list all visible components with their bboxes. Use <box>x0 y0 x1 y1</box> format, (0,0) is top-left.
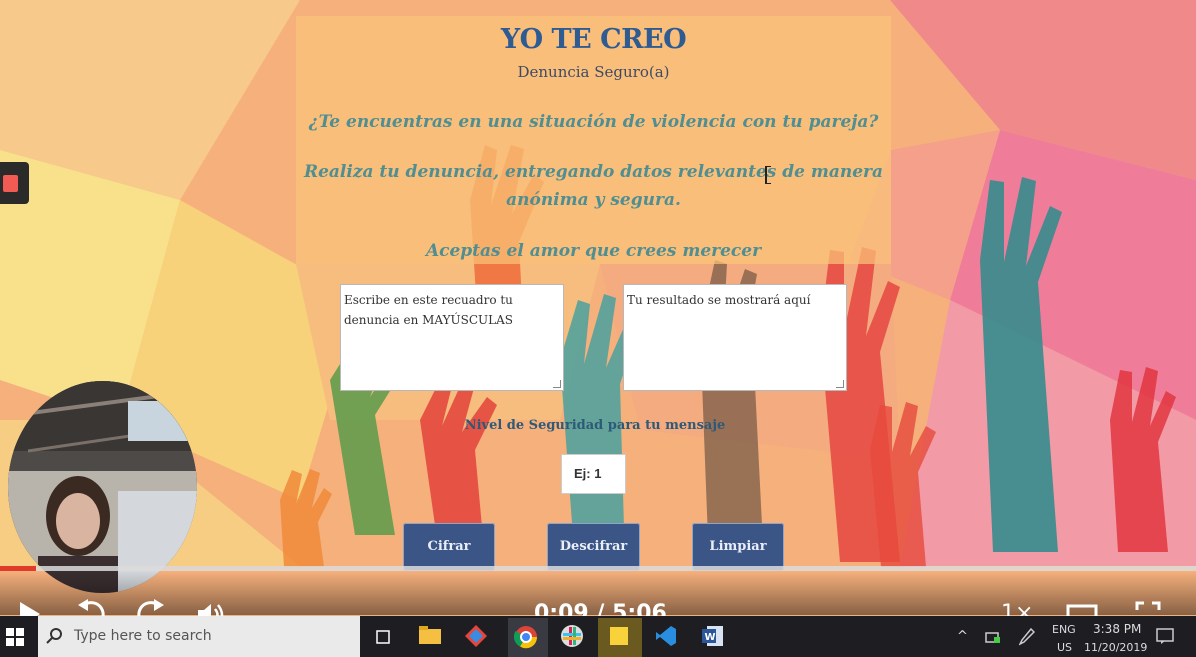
file-explorer-icon[interactable] <box>418 624 442 650</box>
progress-bar[interactable] <box>0 566 1196 571</box>
result-output[interactable]: Tu resultado se mostrará aquí <box>623 284 847 391</box>
svg-text:W: W <box>705 632 716 643</box>
text-cursor-icon <box>765 166 771 184</box>
notifications-icon[interactable] <box>1156 627 1174 648</box>
taskbar-search-placeholder: Type here to search <box>74 628 212 644</box>
search-icon <box>46 627 64 649</box>
page-title: YO TE CREO <box>500 24 687 55</box>
clock-time[interactable]: 3:38 PM <box>1093 622 1141 636</box>
instruction-text: Realiza tu denuncia, entregando datos re… <box>303 162 884 210</box>
slack-icon[interactable] <box>560 624 584 652</box>
git-kraken-icon[interactable] <box>464 624 488 652</box>
clear-button[interactable]: Limpiar <box>692 523 784 571</box>
encrypt-button[interactable]: Cifrar <box>403 523 495 571</box>
region-label[interactable]: US <box>1057 641 1072 654</box>
result-output-placeholder: Tu resultado se mostrará aquí <box>627 293 811 307</box>
clock-date[interactable]: 11/20/2019 <box>1084 641 1147 654</box>
vscode-icon[interactable] <box>654 624 678 652</box>
resize-handle-icon[interactable] <box>836 380 844 388</box>
windows-start-icon[interactable] <box>6 628 24 650</box>
task-view-icon[interactable] <box>374 628 392 650</box>
resize-handle-icon[interactable] <box>553 380 561 388</box>
network-icon[interactable] <box>985 630 1001 647</box>
security-level-input[interactable]: Ej: 1 <box>561 454 626 494</box>
sticky-notes-icon <box>608 625 630 651</box>
security-level-label: Nivel de Seguridad para tu mensaje <box>464 418 726 433</box>
pen-icon[interactable] <box>1018 627 1036 649</box>
decrypt-button[interactable]: Descifrar <box>547 523 640 571</box>
webcam-overlay <box>8 381 197 593</box>
motto-text: Aceptas el amor que crees merecer <box>425 241 762 261</box>
stop-icon <box>3 175 18 192</box>
record-stop-button[interactable] <box>0 162 29 204</box>
tray-chevron-icon[interactable]: ^ <box>957 629 968 644</box>
language-label[interactable]: ENG <box>1052 623 1076 636</box>
word-icon[interactable]: W <box>701 624 725 652</box>
complaint-input-placeholder: Escribe en este recuadro tu denuncia en … <box>344 293 514 327</box>
progress-fill <box>0 566 36 571</box>
page-subtitle: Denuncia Seguro(a) <box>517 63 670 81</box>
question-text: ¿Te encuentras en una situación de viole… <box>308 112 879 132</box>
chrome-icon <box>513 625 538 653</box>
complaint-input[interactable]: Escribe en este recuadro tu denuncia en … <box>340 284 564 391</box>
